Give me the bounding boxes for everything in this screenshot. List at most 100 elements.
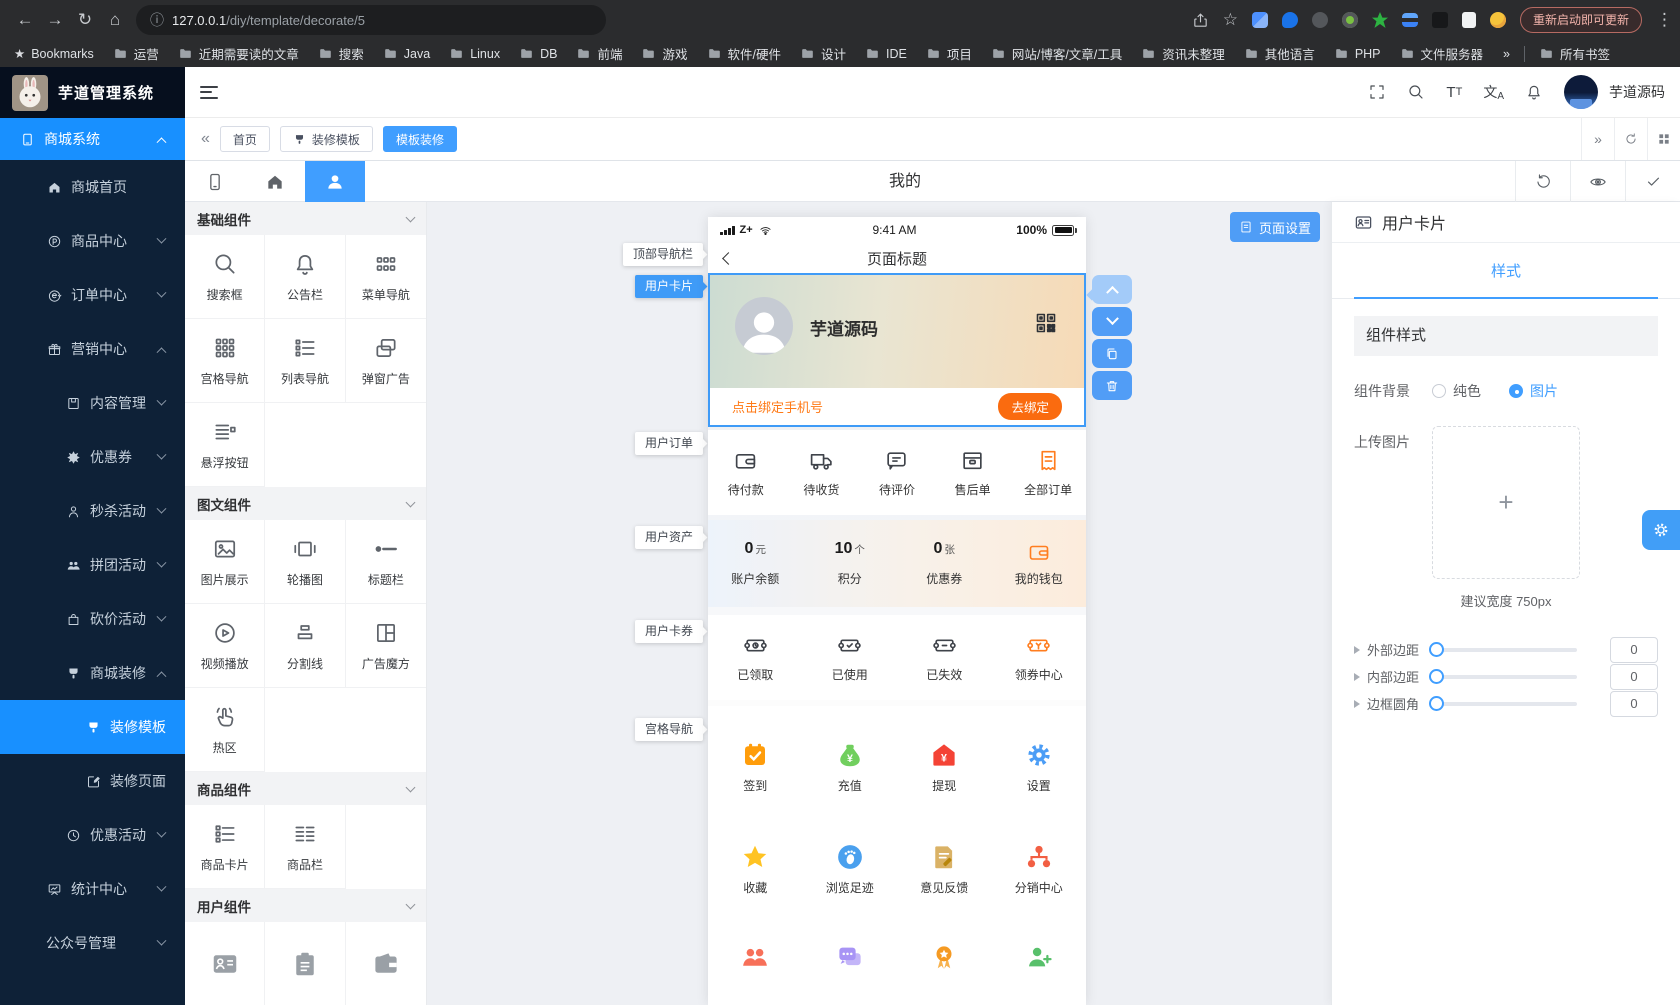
bookmark-folder[interactable]: Linux [449,46,500,61]
marker-user-coupons[interactable]: 用户卡券 [634,620,703,643]
sidebar-item-official-account[interactable]: 公众号管理 [0,916,185,970]
user-card-component[interactable]: 芋道源码 点击绑定手机号 去绑定 [708,273,1086,427]
extension-icon[interactable] [1311,12,1328,28]
palette-section-media[interactable]: 图文组件 [185,487,426,520]
bookmark-folder[interactable]: 其他语言 [1244,44,1315,63]
font-size-icon[interactable]: TT [1446,84,1462,101]
component-image-display[interactable]: 图片展示 [185,520,266,604]
search-icon[interactable] [1407,83,1425,101]
bookmark-folder[interactable]: 近期需要读的文章 [178,44,299,63]
inner-margin-input[interactable] [1610,663,1658,690]
marker-user-assets[interactable]: 用户资产 [634,526,703,549]
slider-handle[interactable] [1429,695,1444,711]
component-float-button[interactable]: 悬浮按钮 [185,403,266,487]
component-grid-nav[interactable]: 宫格导航 [185,319,266,403]
upload-image-box[interactable]: + [1432,426,1580,579]
inner-margin-slider[interactable] [1429,668,1577,684]
sidebar-item-mall-home[interactable]: 商城首页 [0,160,185,214]
reload-icon[interactable]: ↻ [70,10,100,30]
notification-bell-icon[interactable] [1525,83,1543,101]
bookmark-folder[interactable]: 资讯未整理 [1141,44,1225,63]
page-user-tab[interactable] [305,161,365,202]
bookmarks-overflow-icon[interactable]: » [1503,47,1510,61]
bookmark-folder[interactable]: 前端 [576,44,622,63]
component-notice-bar[interactable]: 公告栏 [265,235,346,319]
bind-phone-button[interactable]: 去绑定 [998,393,1062,420]
component-menu-nav[interactable]: 菜单导航 [345,235,426,319]
marker-grid-nav[interactable]: 宫格导航 [634,718,703,741]
bookmark-star-icon[interactable]: ☆ [1223,10,1238,30]
component-hotzone[interactable]: 热区 [185,688,266,772]
palette-section-user[interactable]: 用户组件 [185,889,426,922]
component-title-bar[interactable]: 标题栏 [345,520,426,604]
chrome-update-button[interactable]: 重新启动即可更新 [1519,7,1642,33]
qr-code-icon[interactable] [1034,311,1058,340]
component-divider[interactable]: 分割线 [265,604,346,688]
component-carousel[interactable]: 轮播图 [265,520,346,604]
phone-nav-bar[interactable]: 页面标题 [708,243,1086,273]
puzzle-extensions-icon[interactable] [1431,12,1448,28]
bookmark-folder[interactable]: 项目 [926,44,972,63]
sidebar-item-mall-decorate[interactable]: 商城装修 [0,646,185,700]
bookmark-folder[interactable]: DB [519,46,557,61]
tab-decorate-template[interactable]: 装修模板 [279,126,373,152]
username[interactable]: 芋道源码 [1609,82,1665,102]
bookmark-folder[interactable]: 软件/硬件 [707,44,781,63]
marker-user-card[interactable]: 用户卡片 [634,275,703,298]
slider-handle[interactable] [1429,668,1444,684]
chrome-menu-icon[interactable]: ⋮ [1656,10,1673,30]
marker-top-navbar[interactable]: 顶部导航栏 [622,243,703,266]
panel-toggle-gear-icon[interactable] [1642,510,1680,550]
sidebar-item-mall-system[interactable]: 商城系统 [0,118,185,160]
radio-solid-color[interactable]: 纯色 [1432,381,1481,401]
move-up-button[interactable] [1092,275,1132,304]
tab-home[interactable]: 首页 [219,126,270,152]
all-bookmarks[interactable]: 所有书签 [1539,44,1610,63]
tabs-layout-icon[interactable] [1647,118,1680,160]
site-info-icon[interactable]: ⓘ [150,10,164,30]
component-popup-ad[interactable]: 弹窗广告 [345,319,426,403]
tab-template-decorate[interactable]: 模板装修 [382,126,457,152]
extension-icon[interactable] [1341,12,1358,28]
component-product-column[interactable]: 商品栏 [265,805,346,889]
radio-image[interactable]: 图片 [1509,381,1558,401]
back-icon[interactable]: ← [10,10,40,30]
sidebar-item-bargain[interactable]: 砍价活动 [0,592,185,646]
extension-icon[interactable] [1401,13,1418,27]
bookmark-folder[interactable]: 设计 [800,44,846,63]
extension-icon[interactable] [1371,12,1388,28]
border-radius-slider[interactable] [1429,695,1577,711]
sidebar-item-order-center[interactable]: 订单中心 [0,268,185,322]
caret-right-icon[interactable] [1354,699,1360,708]
caret-right-icon[interactable] [1354,672,1360,681]
component-video-player[interactable]: 视频播放 [185,604,266,688]
bookmark-folder[interactable]: 游戏 [641,44,688,63]
sidebar-item-coupon[interactable]: 优惠券 [0,430,185,484]
bookmark-folder[interactable]: 搜索 [318,44,364,63]
caret-right-icon[interactable] [1354,645,1360,654]
tab-style[interactable]: 样式 [1491,260,1521,281]
forward-icon[interactable]: → [40,10,70,30]
bind-phone-tip[interactable]: 点击绑定手机号 [732,397,823,416]
fullscreen-icon[interactable] [1368,83,1386,101]
delete-button[interactable] [1092,371,1132,400]
component-user-wallet[interactable] [345,922,426,1005]
save-button[interactable] [1625,161,1680,202]
locale-icon[interactable]: 文A [1483,82,1504,102]
reset-button[interactable] [1515,161,1570,202]
palette-section-product[interactable]: 商品组件 [185,772,426,805]
copy-button[interactable] [1092,339,1132,368]
bookmarks-root[interactable]: ★ Bookmarks [14,46,94,62]
sidebar-item-stats-center[interactable]: 统计中心 [0,862,185,916]
bookmark-folder[interactable]: 文件服务器 [1400,44,1483,63]
outer-margin-input[interactable] [1610,636,1658,663]
bookmark-folder[interactable]: IDE [865,46,907,61]
sidebar-item-seckill[interactable]: 秒杀活动 [0,484,185,538]
extension-icon[interactable] [1251,12,1268,28]
component-product-card[interactable]: 商品卡片 [185,805,266,889]
sidebar-item-content-manage[interactable]: 内容管理 [0,376,185,430]
device-phone-tab[interactable] [185,161,245,202]
component-user-card[interactable] [185,922,266,1005]
sidebar-item-product-center[interactable]: 商品中心 [0,214,185,268]
extension-icon[interactable] [1281,12,1298,28]
